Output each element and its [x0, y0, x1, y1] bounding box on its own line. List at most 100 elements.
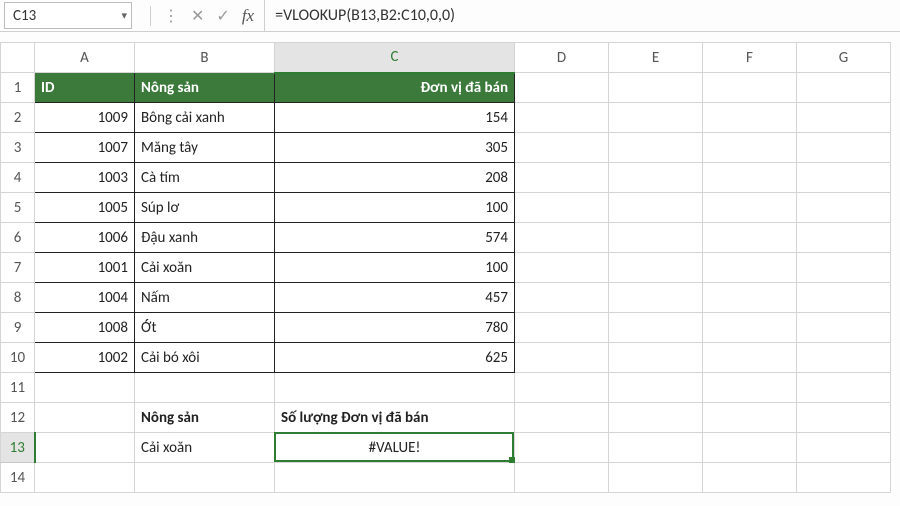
cell-A5[interactable]: 1005: [35, 193, 134, 222]
row-header-1[interactable]: 1: [1, 73, 35, 103]
cell-C2[interactable]: 154: [275, 103, 514, 132]
row-header-2[interactable]: 2: [1, 103, 35, 133]
col-header-C[interactable]: C: [275, 43, 515, 73]
cell-C4[interactable]: 208: [275, 163, 514, 192]
cell-G13[interactable]: [797, 433, 890, 462]
cell-C1[interactable]: Đơn vị đã bán: [275, 74, 514, 103]
cell-C13[interactable]: #VALUE!: [275, 433, 514, 462]
cell-F11[interactable]: [703, 373, 796, 402]
cell-E12[interactable]: [609, 403, 702, 432]
col-header-F[interactable]: F: [703, 43, 797, 73]
cell-G7[interactable]: [797, 253, 890, 282]
cell-C8[interactable]: 457: [275, 283, 514, 312]
cell-E13[interactable]: [609, 433, 702, 462]
cell-B4[interactable]: Cà tím: [135, 163, 274, 192]
cell-A13[interactable]: [36, 433, 135, 462]
cell-A6[interactable]: 1006: [35, 223, 134, 252]
cell-B8[interactable]: Nấm: [135, 283, 274, 312]
vertical-dots-icon[interactable]: ⋮: [163, 6, 179, 26]
cell-A10[interactable]: 1002: [35, 343, 134, 372]
cell-F5[interactable]: [703, 193, 796, 222]
cell-B9[interactable]: Ớt: [135, 313, 274, 342]
cell-G11[interactable]: [797, 373, 890, 402]
cell-D12[interactable]: [515, 403, 608, 432]
col-header-E[interactable]: E: [609, 43, 703, 73]
row-header-7[interactable]: 7: [1, 253, 35, 283]
cell-D11[interactable]: [515, 373, 608, 402]
cell-F13[interactable]: [703, 433, 796, 462]
select-all-corner[interactable]: [1, 43, 35, 73]
cell-F6[interactable]: [703, 223, 796, 252]
cell-E10[interactable]: [609, 343, 702, 372]
cell-E8[interactable]: [609, 283, 702, 312]
cell-A9[interactable]: 1008: [35, 313, 134, 342]
cell-E3[interactable]: [609, 133, 702, 162]
row-header-12[interactable]: 12: [1, 403, 35, 433]
cell-D2[interactable]: [515, 103, 608, 132]
cell-B11[interactable]: [135, 373, 274, 402]
cell-A2[interactable]: 1009: [35, 103, 134, 132]
cell-C5[interactable]: 100: [275, 193, 514, 222]
cell-D7[interactable]: [515, 253, 608, 282]
cell-G14[interactable]: [797, 463, 890, 492]
cell-C3[interactable]: 305: [275, 133, 514, 162]
cell-C12[interactable]: Số lượng Đơn vị đã bán: [275, 403, 514, 432]
cell-E4[interactable]: [609, 163, 702, 192]
cell-D13[interactable]: [515, 433, 608, 462]
cell-D8[interactable]: [515, 283, 608, 312]
cell-D14[interactable]: [515, 463, 608, 492]
cell-B7[interactable]: Cải xoăn: [135, 253, 274, 282]
cell-F14[interactable]: [703, 463, 796, 492]
cell-E5[interactable]: [609, 193, 702, 222]
cell-G12[interactable]: [797, 403, 890, 432]
cell-B12[interactable]: Nông sản: [135, 403, 274, 432]
cell-F4[interactable]: [703, 163, 796, 192]
cell-C6[interactable]: 574: [275, 223, 514, 252]
cell-G10[interactable]: [797, 343, 890, 372]
cell-E9[interactable]: [609, 313, 702, 342]
cell-A8[interactable]: 1004: [35, 283, 134, 312]
cell-A7[interactable]: 1001: [35, 253, 134, 282]
accept-icon[interactable]: ✓: [216, 6, 229, 26]
cell-G3[interactable]: [797, 133, 890, 162]
cell-E2[interactable]: [609, 103, 702, 132]
cell-D4[interactable]: [515, 163, 608, 192]
cell-C11[interactable]: [275, 373, 514, 402]
name-box-dropdown-icon[interactable]: ▾: [121, 9, 127, 22]
cell-G6[interactable]: [797, 223, 890, 252]
cell-F9[interactable]: [703, 313, 796, 342]
sheet-table[interactable]: A B C D E F G 1 ID Nông sản Đơn vị đã bá…: [0, 42, 891, 493]
cancel-icon[interactable]: ✕: [191, 6, 204, 26]
cell-B14[interactable]: [135, 463, 274, 492]
cell-A4[interactable]: 1003: [35, 163, 134, 192]
col-header-A[interactable]: A: [35, 43, 135, 73]
cell-F7[interactable]: [703, 253, 796, 282]
cell-B2[interactable]: Bông cải xanh: [135, 103, 274, 132]
cell-G4[interactable]: [797, 163, 890, 192]
cell-A11[interactable]: [35, 373, 134, 402]
cell-G1[interactable]: [797, 73, 890, 102]
cell-A14[interactable]: [35, 463, 134, 492]
cell-D10[interactable]: [515, 343, 608, 372]
cell-C9[interactable]: 780: [275, 313, 514, 342]
cell-D1[interactable]: [515, 73, 608, 102]
cell-B13[interactable]: Cải xoăn: [135, 433, 274, 462]
cell-B1[interactable]: Nông sản: [135, 73, 274, 102]
cell-E6[interactable]: [609, 223, 702, 252]
formula-input[interactable]: =VLOOKUP(B13,B2:C10,0,0): [264, 0, 900, 31]
cell-F3[interactable]: [703, 133, 796, 162]
cell-B10[interactable]: Cải bó xôi: [135, 343, 274, 372]
cell-D3[interactable]: [515, 133, 608, 162]
fx-icon[interactable]: fx: [242, 6, 254, 26]
cell-A12[interactable]: [35, 403, 134, 432]
col-header-G[interactable]: G: [797, 43, 891, 73]
cell-E11[interactable]: [609, 373, 702, 402]
row-header-8[interactable]: 8: [1, 283, 35, 313]
cell-B5[interactable]: Súp lơ: [135, 193, 274, 222]
cell-F10[interactable]: [703, 343, 796, 372]
cell-E1[interactable]: [609, 73, 702, 102]
cell-G8[interactable]: [797, 283, 890, 312]
cell-B6[interactable]: Đậu xanh: [135, 223, 274, 252]
cell-D6[interactable]: [515, 223, 608, 252]
cell-C7[interactable]: 100: [275, 253, 514, 282]
